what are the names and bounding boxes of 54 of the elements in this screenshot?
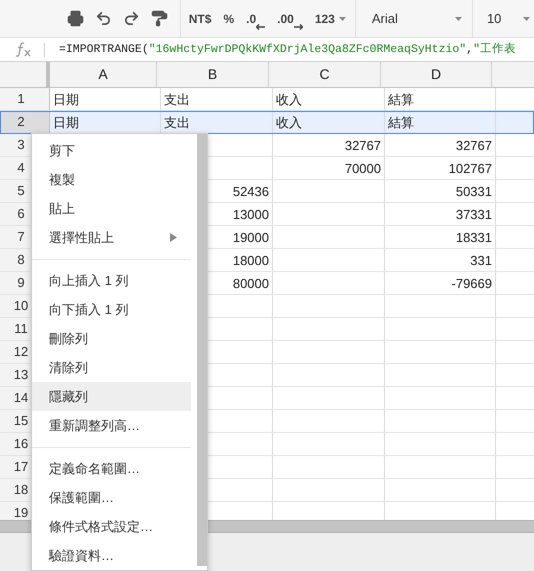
menu-item[interactable]: 定義命名範圍… <box>32 454 191 483</box>
menu-item[interactable]: 保護範圍… <box>32 483 191 512</box>
format-button[interactable]: .0 <box>243 8 268 30</box>
format-button[interactable]: % <box>220 8 238 30</box>
table-cell: 結算 <box>388 116 414 128</box>
function-icon <box>15 42 32 57</box>
format-button[interactable]: NT$ <box>186 8 214 30</box>
menu-item[interactable]: 剪下 <box>32 136 191 165</box>
table-cell: 支出 <box>164 116 190 128</box>
table-cell: 102767 <box>448 162 492 174</box>
table-cell: 37331 <box>456 208 492 220</box>
font-dropdown[interactable]: Arial <box>356 6 472 30</box>
table-cell: 18331 <box>456 230 492 244</box>
menu-item[interactable]: 向下插入 1 列 <box>32 295 191 324</box>
format-button[interactable]: .00 <box>274 8 306 30</box>
left-arrow-icon <box>256 24 266 30</box>
table-cell: 日期 <box>53 92 79 106</box>
menu-item[interactable]: 清除列 <box>32 353 191 382</box>
menu-scrollbar[interactable] <box>197 134 207 566</box>
table-cell: 收入 <box>276 92 302 106</box>
caret-icon <box>338 16 346 20</box>
table-cell: 70000 <box>344 162 381 174</box>
menu-item[interactable]: 貼上 <box>32 194 191 223</box>
table-cell: 13000 <box>232 208 269 220</box>
table-cell: 18000 <box>232 254 269 266</box>
table-cell: 32767 <box>344 138 381 152</box>
menu-item[interactable]: 複製 <box>32 165 191 194</box>
menu-item[interactable]: 條件式格式設定… <box>32 512 191 541</box>
table-cell: 收入 <box>276 116 302 128</box>
right-arrow-icon <box>294 24 303 30</box>
column-header[interactable]: A <box>98 64 108 85</box>
format-button[interactable]: 123 <box>312 8 349 30</box>
menu-item[interactable]: 隱藏列 <box>32 382 191 411</box>
table-cell: 52436 <box>232 184 269 198</box>
menu-item[interactable]: 選擇性貼上 <box>32 223 191 252</box>
table-cell: 50331 <box>456 184 492 198</box>
caret-icon <box>454 16 462 20</box>
column-header[interactable]: D <box>430 64 442 85</box>
table-cell: 80000 <box>232 276 269 290</box>
menu-item[interactable]: 刪除列 <box>32 324 191 353</box>
column-header[interactable]: C <box>319 64 330 85</box>
table-cell: 32767 <box>456 138 492 152</box>
table-cell: 19000 <box>232 230 269 244</box>
font-size-dropdown[interactable]: 10 <box>472 6 534 30</box>
table-cell: 331 <box>470 254 492 266</box>
menu-item[interactable]: 向上插入 1 列 <box>32 266 191 295</box>
table-cell: -79669 <box>452 276 492 290</box>
formula-field[interactable]: =IMPORTRANGE("16wHctyFwrDPQkKWfXDrjAle3Qa8ZFc0RMeaqSyHtzio","工作表 <box>59 44 516 56</box>
column-header[interactable]: B <box>208 64 218 85</box>
table-cell: 日期 <box>53 116 79 128</box>
table-cell: 支出 <box>164 92 190 106</box>
menu-item[interactable]: 重新調整列高… <box>32 411 191 440</box>
caret-icon <box>523 16 530 20</box>
table-cell: 結算 <box>388 92 414 106</box>
